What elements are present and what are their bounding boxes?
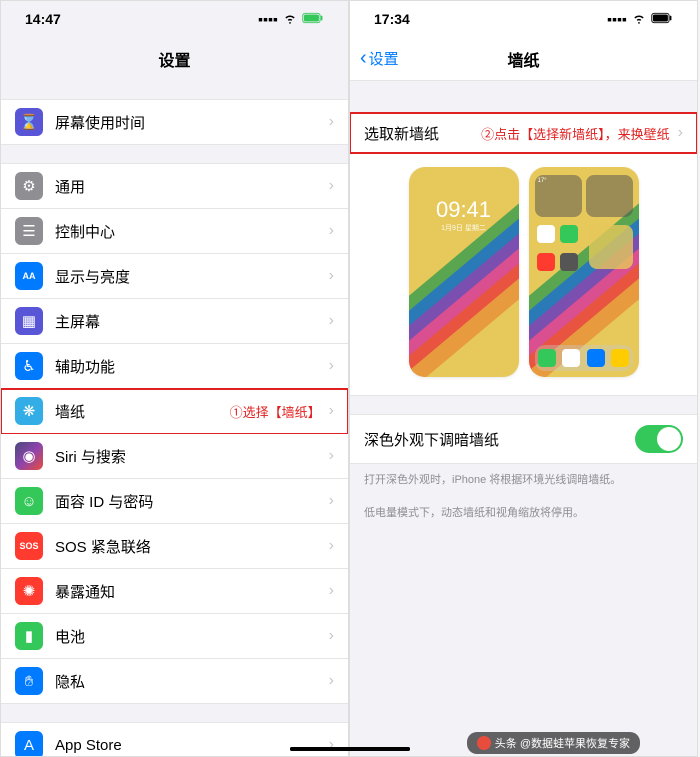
cellular-icon: ▪▪▪▪ [607,11,627,27]
settings-row-电池[interactable]: ▮ 电池› [1,614,348,659]
wifi-icon [282,10,298,29]
row-label: 选取新墙纸 [364,123,481,144]
footer-note-1: 打开深色外观时，iPhone 将根据环境光线调暗墙纸。 [350,464,697,497]
chevron-right-icon: › [329,582,334,600]
settings-row-墙纸[interactable]: ❋ 墙纸①选择【墙纸】 › [1,389,348,434]
settings-row-主屏幕[interactable]: ▦ 主屏幕› [1,299,348,344]
battery-icon: ▮ [15,622,43,650]
cellular-icon: ▪▪▪▪ [258,11,278,27]
row-label: 显示与亮度 [55,266,329,287]
settings-row-辅助功能[interactable]: ♿︎ 辅助功能› [1,344,348,389]
chevron-right-icon: › [329,357,334,375]
chevron-right-icon: › [329,627,334,645]
row-label: 电池 [55,626,329,647]
row-label: App Store [55,737,329,754]
appstore-icon: A [15,731,43,756]
wallpaper-icon: ❋ [15,397,43,425]
row-label: 隐私 [55,671,329,692]
toggle-label: 深色外观下调暗墙纸 [364,429,499,450]
grid-icon: ▦ [15,307,43,335]
large-widget [589,225,633,269]
chevron-right-icon: › [329,736,334,754]
row-label: 面容 ID 与密码 [55,491,329,512]
settings-row-控制中心[interactable]: ☰ 控制中心› [1,209,348,254]
settings-row-暴露通知[interactable]: ✺ 暴露通知› [1,569,348,614]
row-label: 通用 [55,176,329,197]
siri-icon: ◉ [15,442,43,470]
switches-icon: ☰ [15,217,43,245]
dark-mode-dim-row: 深色外观下调暗墙纸 [350,414,697,464]
status-indicators: ▪▪▪▪ [607,10,673,29]
row-label: 主屏幕 [55,311,329,332]
chevron-right-icon: › [329,672,334,690]
row-label: 暴露通知 [55,581,329,602]
sos-icon: SOS [15,532,43,560]
dock [535,345,633,371]
chevron-right-icon: › [329,222,334,240]
status-bar: 14:47 ▪▪▪▪ [1,1,348,37]
dark-mode-toggle[interactable] [635,425,683,453]
watermark-avatar-icon [477,736,491,750]
page-title: 墙纸 [507,47,539,71]
row-label: 屏幕使用时间 [55,112,329,133]
hand-icon: ✋︎ [15,667,43,695]
wallpaper-content: 选取新墙纸 ②点击【选择新墙纸】，来换壁纸 › 09:41 1月9日 星期二 1… [350,81,697,756]
status-bar: 17:34 ▪▪▪▪ [350,1,697,37]
gear-icon: ⚙ [15,172,43,200]
settings-row-通用[interactable]: ⚙ 通用› [1,163,348,209]
nav-header: ‹ 设置 墙纸 [350,37,697,81]
lock-time: 09:41 [409,197,519,223]
settings-row-隐私[interactable]: ✋︎ 隐私› [1,659,348,704]
row-label: SOS 紧急联络 [55,536,329,557]
phone-left-settings: 14:47 ▪▪▪▪ 设置 ⌛屏幕使用时间›⚙通用›☰控制中心›AA显示与亮度›… [0,0,349,757]
back-button[interactable]: ‹ 设置 [360,47,399,70]
virus-icon: ✺ [15,577,43,605]
chevron-right-icon: › [329,267,334,285]
status-time: 17:34 [374,11,410,27]
chevron-right-icon: › [678,124,683,142]
home-indicator[interactable] [290,747,410,751]
chevron-right-icon: › [329,312,334,330]
chevron-right-icon: › [329,402,334,420]
calendar-widget [586,175,633,217]
wallpaper-preview: 09:41 1月9日 星期二 17° [350,153,697,396]
weather-widget: 17° [535,175,582,217]
lockscreen-preview[interactable]: 09:41 1月9日 星期二 [409,167,519,377]
settings-row-Siri 与搜索[interactable]: ◉ Siri 与搜索› [1,434,348,479]
faceid-icon: ☺ [15,487,43,515]
lock-date: 1月9日 星期二 [409,223,519,233]
status-time: 14:47 [25,11,61,27]
aa-icon: AA [15,262,43,290]
chevron-right-icon: › [329,447,334,465]
settings-row-显示与亮度[interactable]: AA 显示与亮度› [1,254,348,299]
wifi-icon [631,10,647,29]
watermark: 头条 @数据蛙苹果恢复专家 [467,732,640,754]
hourglass-icon: ⌛ [15,108,43,136]
homescreen-preview[interactable]: 17° [529,167,639,377]
accessibility-icon: ♿︎ [15,352,43,380]
battery-icon [302,11,324,27]
settings-row-面容 ID 与密码[interactable]: ☺ 面容 ID 与密码› [1,479,348,524]
battery-icon [651,11,673,27]
chevron-right-icon: › [329,492,334,510]
settings-list[interactable]: ⌛屏幕使用时间›⚙通用›☰控制中心›AA显示与亮度›▦主屏幕›♿︎辅助功能›❋墙… [1,81,348,756]
row-label: 控制中心 [55,221,329,242]
row-label: 墙纸 [55,401,230,422]
annotation-text: ②点击【选择新墙纸】，来换壁纸 [481,124,670,143]
nav-header: 设置 [1,37,348,81]
settings-row-SOS 紧急联络[interactable]: SOS SOS 紧急联络› [1,524,348,569]
phone-right-wallpaper: 17:34 ▪▪▪▪ ‹ 设置 墙纸 选取新墙纸 ②点击【选择新墙纸】，来换壁纸… [349,0,698,757]
chevron-left-icon: ‹ [360,47,367,70]
settings-row-屏幕使用时间[interactable]: ⌛ 屏幕使用时间› [1,99,348,145]
annotation-text: ①选择【墙纸】 [230,402,321,421]
status-indicators: ▪▪▪▪ [258,10,324,29]
chevron-right-icon: › [329,177,334,195]
footer-note-2: 低电量模式下，动态墙纸和视角缩放将停用。 [350,497,697,530]
chevron-right-icon: › [329,537,334,555]
chevron-right-icon: › [329,113,334,131]
row-label: 辅助功能 [55,356,329,377]
select-new-wallpaper-row[interactable]: 选取新墙纸 ②点击【选择新墙纸】，来换壁纸 › [350,113,697,153]
row-label: Siri 与搜索 [55,446,329,467]
page-title: 设置 [158,47,190,71]
